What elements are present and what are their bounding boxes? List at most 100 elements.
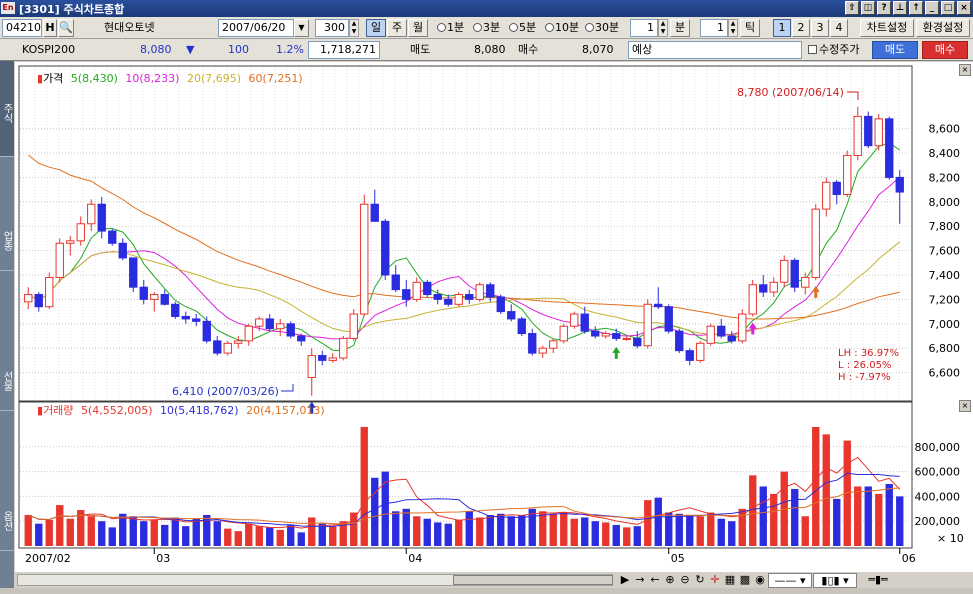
candle-body [202,320,211,342]
candle-body [559,325,568,342]
volume-bar [875,493,883,546]
candle-body [643,303,652,347]
pin-icon[interactable]: ⇧ [845,1,859,15]
search-icon[interactable]: 🔍 [58,19,74,37]
count-input[interactable]: 300 [315,19,349,37]
candle-body [538,347,547,354]
candle-body [192,318,201,322]
chart-type-select[interactable]: ▮▯▮ ▾ [813,573,857,588]
play-icon[interactable]: ▶ [618,573,632,588]
radio-1min[interactable]: 1분 [437,19,464,37]
page-4-button[interactable]: 4 [830,19,848,37]
candle-body [706,325,715,344]
sidebar-tab-sector[interactable]: 업종 [0,211,14,271]
sidebar-tab-futures[interactable]: 선물 [0,351,14,411]
candle-body [486,284,495,298]
volume-bar [140,521,148,546]
minimize-icon[interactable]: _ [925,1,939,15]
maximize-icon[interactable]: □ [941,1,955,15]
legend-volume-label: 거래량 [43,404,73,417]
candle-body [654,303,663,308]
x-axis-label: 04 [408,552,422,565]
scroll-thumb[interactable] [453,575,613,585]
volume-bar [171,517,179,546]
volume-bar [707,512,715,546]
volume-axis-label: 200,000 [915,515,961,528]
volume-bar [864,486,872,546]
volume-bar [612,524,620,546]
page-1-button[interactable]: 1 [773,19,791,37]
status-bar [0,588,973,594]
panel2-close-icon[interactable]: × [959,400,971,412]
stat-h: H : -7.97% [838,372,891,383]
buy-button[interactable]: 매수 [922,41,968,59]
refresh-icon[interactable]: ↻ [693,573,707,588]
arrow-right-icon[interactable]: → [633,573,647,588]
sidebar-tab-stock[interactable]: 주식 [0,61,14,157]
tick-unit-button[interactable]: 틱 [740,19,760,37]
volume-bar [833,498,841,546]
x-axis-label: 03 [156,552,170,565]
history-button[interactable]: H [43,19,57,37]
volume-bar [297,532,305,546]
signal-icon[interactable]: ◉ [753,573,767,588]
chart-scrollbar[interactable]: ▶ → ← ⊕ ⊖ ↻ ✛ ▦ ▩ ◉ —— ▾ ▮▯▮ ▾ ═▮═ [15,572,973,588]
stock-chart[interactable]: 8,600 8,400 8,200 8,000 7,800 7,600 7,400 7,200… [15,62,973,572]
line-style-select[interactable]: —— ▾ [768,573,812,588]
grid-icon[interactable]: ▩ [738,573,752,588]
candle-body [97,203,106,232]
radio-3min[interactable]: 3분 [473,19,500,37]
minute-spinner[interactable]: ▲ ▼ [658,19,668,37]
candle-body [307,355,316,378]
volume-bar [633,526,641,546]
zoom-slider[interactable]: ═▮═ [858,573,898,588]
candle-body [433,294,442,300]
volume-bar [738,508,746,546]
tick-input[interactable]: 1 [700,19,728,37]
page-3-button[interactable]: 3 [811,19,829,37]
period-month-button[interactable]: 월 [408,19,428,37]
radio-10min[interactable]: 10분 [545,19,579,37]
date-dropdown-icon[interactable]: ▼ [294,19,309,37]
page-2-button[interactable]: 2 [792,19,810,37]
chart-area[interactable]: 8,600 8,400 8,200 8,000 7,800 7,600 7,400 7,200… [15,62,973,572]
window-title: [3301] 주식차트종합 [19,3,125,16]
date-input[interactable]: 2007/06/20 [218,19,294,37]
help-icon[interactable]: ? [877,1,891,15]
crosshair-icon[interactable]: ✛ [708,573,722,588]
sell-button[interactable]: 매도 [872,41,918,59]
price-axis-label: 8,600 [929,123,961,136]
radio-5min[interactable]: 5분 [509,19,536,37]
period-week-button[interactable]: 주 [387,19,407,37]
arrow-left-icon[interactable]: ← [648,573,662,588]
minute-unit-button[interactable]: 분 [670,19,690,37]
period-day-button[interactable]: 일 [366,19,386,37]
candle-body [391,274,400,291]
volume-bar [45,519,53,546]
volume-bar [287,524,295,546]
zoom-in-icon[interactable]: ⊕ [663,573,677,588]
candle-body [549,340,558,349]
pin2-icon[interactable]: ↑ [909,1,923,15]
zoom-out-icon[interactable]: ⊖ [678,573,692,588]
tick-spinner[interactable]: ▲ ▼ [728,19,738,37]
panel-close-icon[interactable]: × [959,64,971,76]
chart-settings-button[interactable]: 차트설정 [860,19,914,37]
candle-body [349,313,358,339]
volume-bar [728,521,736,546]
minute-input[interactable]: 1 [630,19,658,37]
sidebar-tab-options[interactable]: 옵션 [0,491,14,551]
link-icon[interactable]: ◫ [861,1,875,15]
adj-price-checkbox[interactable]: 수정주가 [808,41,859,59]
code-input[interactable]: 042100 [2,19,42,37]
candle-body [507,311,516,320]
count-spinner[interactable]: ▲ ▼ [349,19,359,37]
export-icon[interactable]: ⊥ [893,1,907,15]
table-icon[interactable]: ▦ [723,573,737,588]
radio-30min[interactable]: 30분 [585,19,619,37]
volume-bar [497,513,505,546]
close-icon[interactable]: × [957,1,971,15]
radio-dot-icon [437,23,446,32]
scroll-track[interactable] [17,574,613,586]
env-settings-button[interactable]: 환경설정 [916,19,970,37]
